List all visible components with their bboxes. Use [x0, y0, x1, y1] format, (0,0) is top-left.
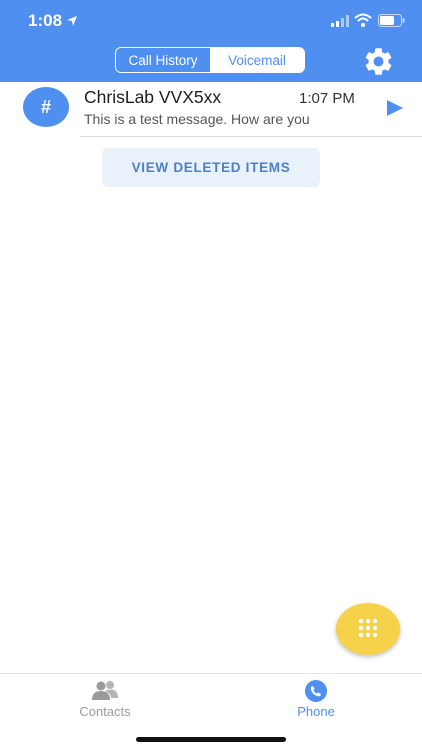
tab-phone-label: Phone	[297, 704, 335, 719]
voicemail-preview: This is a test message. How are you	[84, 111, 310, 127]
tab-phone[interactable]: Phone	[246, 674, 386, 724]
tab-voicemail[interactable]: Voicemail	[210, 48, 304, 72]
tab-voicemail-label: Voicemail	[228, 52, 286, 68]
signal-icon	[331, 15, 349, 27]
home-indicator	[136, 737, 286, 742]
gear-icon[interactable]	[362, 45, 395, 78]
history-voicemail-switch[interactable]: Call History Voicemail	[115, 47, 305, 73]
voicemail-row[interactable]: # ChrisLab VVX5xx 1:07 PM This is a test…	[0, 82, 422, 138]
tab-contacts[interactable]: Contacts	[35, 674, 175, 724]
battery-icon	[378, 14, 405, 27]
voicemail-caller-name: ChrisLab VVX5xx	[84, 87, 222, 107]
avatar: #	[23, 87, 69, 127]
view-deleted-items-button[interactable]: VIEW DELETED ITEMS	[102, 148, 320, 187]
voicemail-time: 1:07 PM	[299, 90, 355, 107]
status-bar: 1:08	[0, 0, 422, 42]
tab-contacts-label: Contacts	[79, 704, 131, 719]
tab-call-history-label: Call History	[128, 52, 198, 68]
contacts-icon	[92, 681, 118, 700]
view-deleted-items-label: VIEW DELETED ITEMS	[131, 160, 291, 175]
play-icon[interactable]	[386, 99, 404, 117]
status-time: 1:08	[28, 11, 63, 30]
location-arrow-icon	[67, 16, 77, 26]
dialpad-icon	[358, 618, 378, 638]
row-divider	[80, 136, 422, 137]
app-header: 1:08 Call History Voicemail	[0, 0, 422, 82]
phone-icon	[305, 680, 327, 702]
tab-call-history[interactable]: Call History	[116, 48, 210, 72]
dialpad-button[interactable]	[336, 603, 400, 655]
wifi-icon	[354, 13, 372, 27]
